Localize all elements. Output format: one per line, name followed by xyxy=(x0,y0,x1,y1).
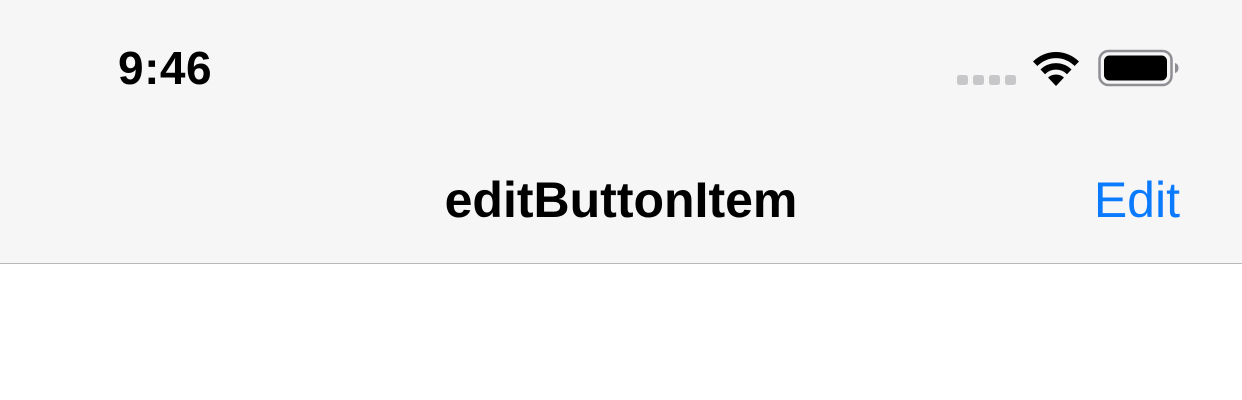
content-area xyxy=(0,264,1242,400)
status-time: 9:46 xyxy=(118,42,213,94)
top-bar: 9:46 editButtonItem Edit xyxy=(0,0,1242,264)
wifi-icon xyxy=(1033,51,1079,86)
battery-icon xyxy=(1098,49,1179,87)
cellular-signal-icon xyxy=(957,75,1016,85)
app-screen: 9:46 editButtonItem Edit xyxy=(0,0,1242,400)
status-bar: 9:46 xyxy=(0,0,1242,132)
nav-title: editButtonItem xyxy=(444,172,798,228)
navigation-bar: editButtonItem Edit xyxy=(0,132,1242,264)
edit-button[interactable]: Edit xyxy=(1094,170,1180,230)
